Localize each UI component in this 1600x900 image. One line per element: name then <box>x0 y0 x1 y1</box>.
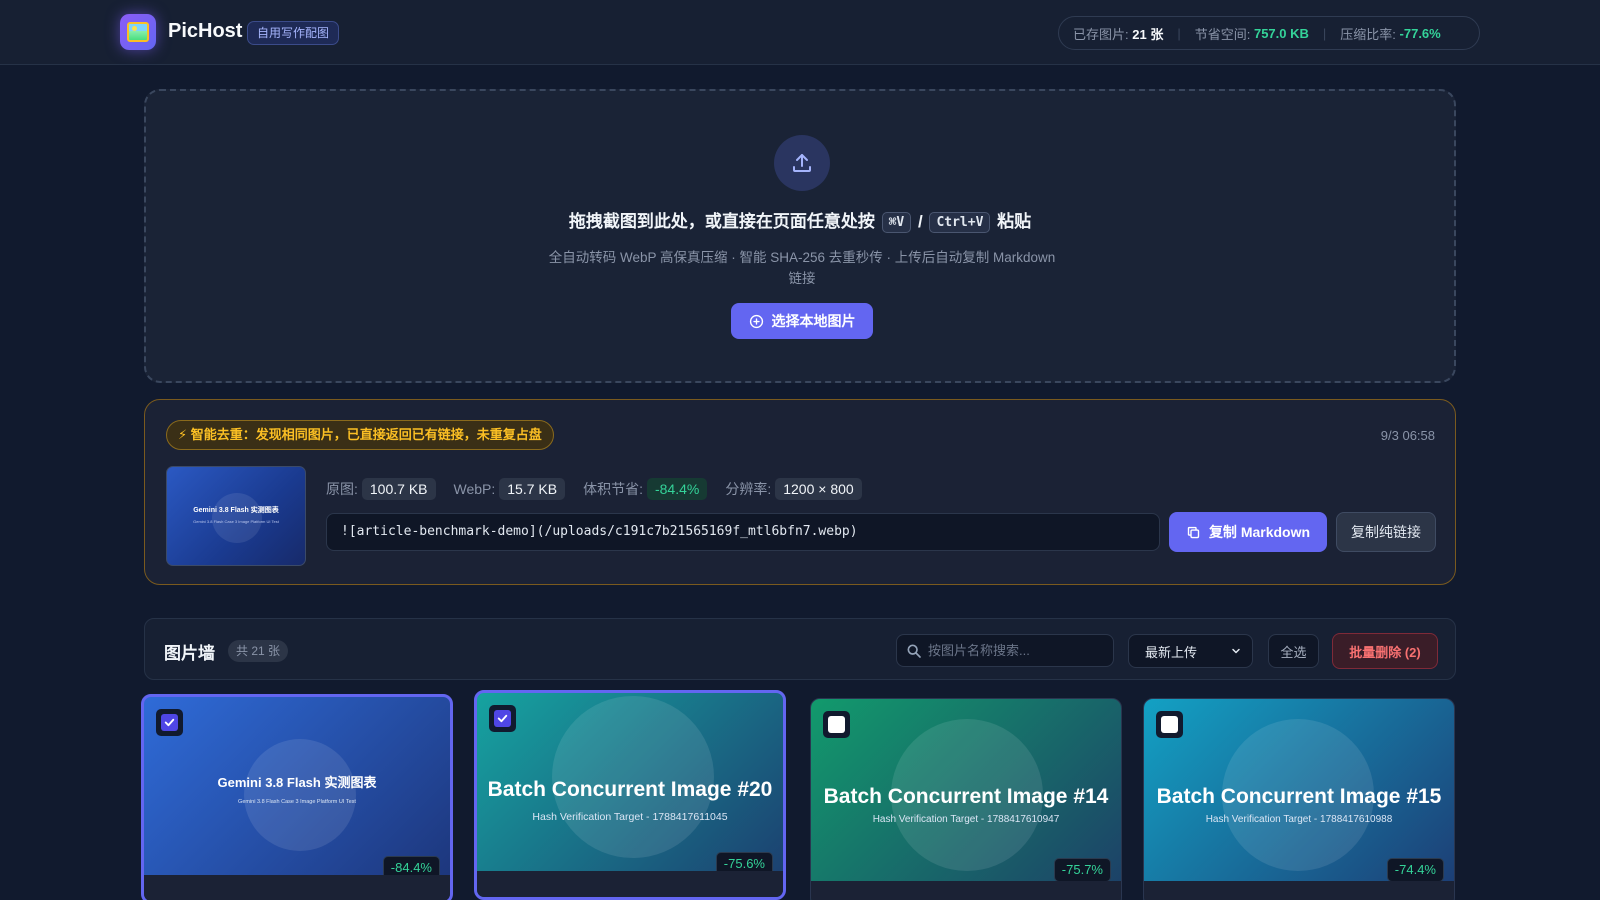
upload-result-card: ⚡ 智能去重：发现相同图片，已直接返回已有链接，未重复占盘 9/3 06:58 … <box>144 399 1456 585</box>
card-footer <box>1144 881 1454 900</box>
search-icon <box>907 644 921 658</box>
card-subtitle: Hash Verification Target - 1788417610947 <box>872 814 1060 825</box>
ratio-label: 压缩比率: <box>1340 26 1396 42</box>
card-checkbox[interactable] <box>823 711 850 738</box>
result-timestamp: 9/3 06:58 <box>1380 428 1435 443</box>
sort-select[interactable]: 最新上传 <box>1128 634 1253 668</box>
compression-ratio-badge: -74.4% <box>1386 858 1444 882</box>
image-card[interactable]: Batch Concurrent Image #20 Hash Verificat… <box>474 690 786 900</box>
thumb-title: Gemini 3.8 Flash 实测图表 <box>193 507 279 514</box>
result-thumbnail[interactable]: Gemini 3.8 Flash 实测图表 Gemini 3.8 Flash C… <box>166 466 306 566</box>
cmd-v-key: ⌘V <box>881 212 912 233</box>
top-header: PicHost 自用写作配图 已存图片: 21 张 | 节省空间: 757.0 … <box>0 0 1600 65</box>
dedup-notice: ⚡ 智能去重：发现相同图片，已直接返回已有链接，未重复占盘 <box>166 420 554 450</box>
result-metrics: 原图: 100.7 KB WebP: 15.7 KB 体积节省: -84.4% 分辨率… <box>326 478 880 500</box>
card-title: Batch Concurrent Image #15 <box>1156 785 1442 808</box>
drop-title: 拖拽截图到此处，或直接在页面任意处按 ⌘V / Ctrl+V 粘贴 <box>568 212 1032 233</box>
saved-value: 757.0 KB <box>1253 25 1309 41</box>
card-subtitle: Hash Verification Target - 1788417610988 <box>1205 814 1393 825</box>
plus-circle-icon <box>749 314 763 328</box>
image-card[interactable]: Gemini 3.8 Flash 实测图表 Gemini 3.8 Flash Ca… <box>141 694 453 900</box>
saved-label: 节省空间: <box>1194 26 1251 42</box>
ratio-value: -77.6% <box>1399 25 1441 41</box>
card-checkbox[interactable] <box>156 709 183 736</box>
gallery-title: 图片墙 <box>164 644 215 663</box>
card-decoration <box>244 739 356 851</box>
check-icon <box>497 714 508 723</box>
webp-size: 15.7 KB <box>499 478 566 500</box>
upload-icon <box>774 135 830 191</box>
image-card[interactable]: Batch Concurrent Image #15 Hash Verificat… <box>1143 698 1455 900</box>
select-local-image-label: 选择本地图片 <box>771 313 856 329</box>
image-icon <box>127 22 149 42</box>
card-footer <box>477 871 783 897</box>
copy-markdown-button[interactable]: 复制 Markdown <box>1169 512 1327 552</box>
select-local-image-button[interactable]: 选择本地图片 <box>731 303 873 339</box>
original-size: 100.7 KB <box>361 478 436 500</box>
card-title: Gemini 3.8 Flash 实测图表 <box>217 775 377 790</box>
resolution: 1200 × 800 <box>775 478 862 500</box>
card-subtitle: Gemini 3.8 Flash Case 3 Image Platform U… <box>238 799 356 805</box>
app-logo <box>120 14 156 50</box>
sort-value: 最新上传 <box>1145 644 1198 660</box>
search-box[interactable] <box>896 634 1114 667</box>
bulk-delete-button[interactable]: 批量删除 (2) <box>1332 633 1438 669</box>
card-subtitle: Hash Verification Target - 1788417611045 <box>532 811 728 823</box>
copy-icon <box>1187 526 1200 538</box>
image-card[interactable]: Batch Concurrent Image #14 Hash Verificat… <box>810 698 1122 900</box>
drop-subtitle: 全自动转码 WebP 高保真压缩 · 智能 SHA-256 去重秒传 · 上传后… <box>548 250 1056 286</box>
card-footer <box>144 875 450 900</box>
card-decoration <box>552 696 714 858</box>
gallery-count-badge: 共 21 张 <box>228 640 289 662</box>
stored-label: 已存图片: <box>1073 26 1129 42</box>
card-footer <box>811 881 1121 900</box>
divider: | <box>1322 25 1327 41</box>
copy-markdown-label: 复制 Markdown <box>1208 524 1311 540</box>
card-title: Batch Concurrent Image #14 <box>823 785 1109 808</box>
select-all-button[interactable]: 全选 <box>1268 634 1319 668</box>
brand-tag: 自用写作配图 <box>247 21 340 45</box>
brand-name: PicHost <box>168 20 243 42</box>
stored-value: 21 张 <box>1132 26 1164 42</box>
ctrl-v-key: Ctrl+V <box>929 212 991 233</box>
search-input[interactable] <box>928 643 1108 658</box>
upload-dropzone[interactable]: 拖拽截图到此处，或直接在页面任意处按 ⌘V / Ctrl+V 粘贴 全自动转码 … <box>144 89 1456 383</box>
card-checkbox[interactable] <box>1156 711 1183 738</box>
chevron-down-icon <box>1232 648 1240 654</box>
markdown-link-field[interactable]: ![article-benchmark-demo](/uploads/c191c… <box>326 513 1160 551</box>
divider: | <box>1177 25 1181 41</box>
card-title: Batch Concurrent Image #20 <box>487 778 773 801</box>
gallery-toolbar: 图片墙 共 21 张 最新上传 全选 批量删除 (2) <box>144 618 1456 680</box>
stats-bar: 已存图片: 21 张 | 节省空间: 757.0 KB | 压缩比率: -77.… <box>1058 16 1480 50</box>
copy-link-button[interactable]: 复制纯链接 <box>1336 512 1436 552</box>
compression-ratio-badge: -75.7% <box>1053 858 1111 882</box>
thumb-subtitle: Gemini 3.8 Flash Case 3 Image Platform U… <box>193 519 279 524</box>
card-checkbox[interactable] <box>489 705 516 732</box>
check-icon <box>164 718 175 727</box>
size-saving: -84.4% <box>646 478 708 500</box>
